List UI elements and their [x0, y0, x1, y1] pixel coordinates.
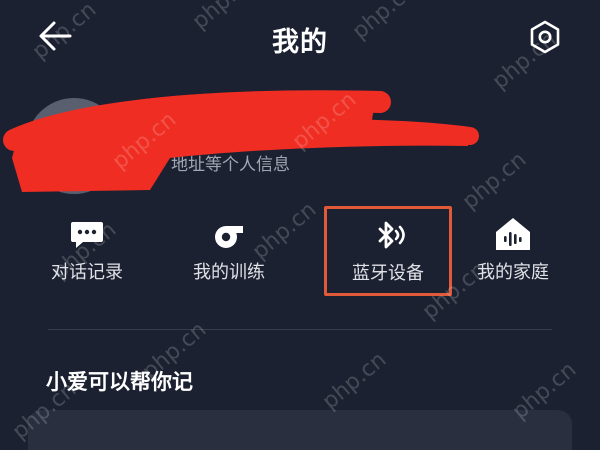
divider	[48, 329, 552, 330]
watermark-text: php.cn	[318, 347, 391, 414]
shortcut-label: 我的训练	[193, 262, 265, 283]
profile-hint: 昵称、地址等个人信息	[120, 155, 290, 175]
settings-button[interactable]	[526, 18, 564, 56]
shortcut-my-family[interactable]: 我的家庭	[442, 200, 584, 300]
shortcut-row: 对话记录 我的训练 蓝牙设备 我的家庭	[16, 200, 584, 300]
page-title: 我的	[272, 27, 328, 58]
profile-card[interactable]: 昵称、地址等个人信息	[0, 80, 600, 200]
shortcut-label: 对话记录	[51, 262, 123, 283]
home-voice-icon	[496, 218, 530, 250]
shortcut-bluetooth-devices[interactable]: 蓝牙设备	[324, 206, 452, 296]
shortcut-label: 蓝牙设备	[352, 263, 424, 284]
shortcut-label: 我的家庭	[477, 262, 549, 283]
top-bar: 我的	[0, 0, 600, 76]
shortcut-my-training[interactable]: 我的训练	[158, 200, 300, 300]
chat-bubble-icon	[71, 222, 103, 248]
bluetooth-icon	[378, 221, 405, 249]
gear-icon	[530, 20, 560, 54]
memo-card[interactable]	[28, 410, 572, 450]
section-title: 小爱可以帮你记	[46, 370, 193, 394]
avatar[interactable]	[26, 98, 122, 194]
shortcut-chat-history[interactable]: 对话记录	[16, 200, 158, 300]
whistle-icon	[215, 226, 243, 248]
